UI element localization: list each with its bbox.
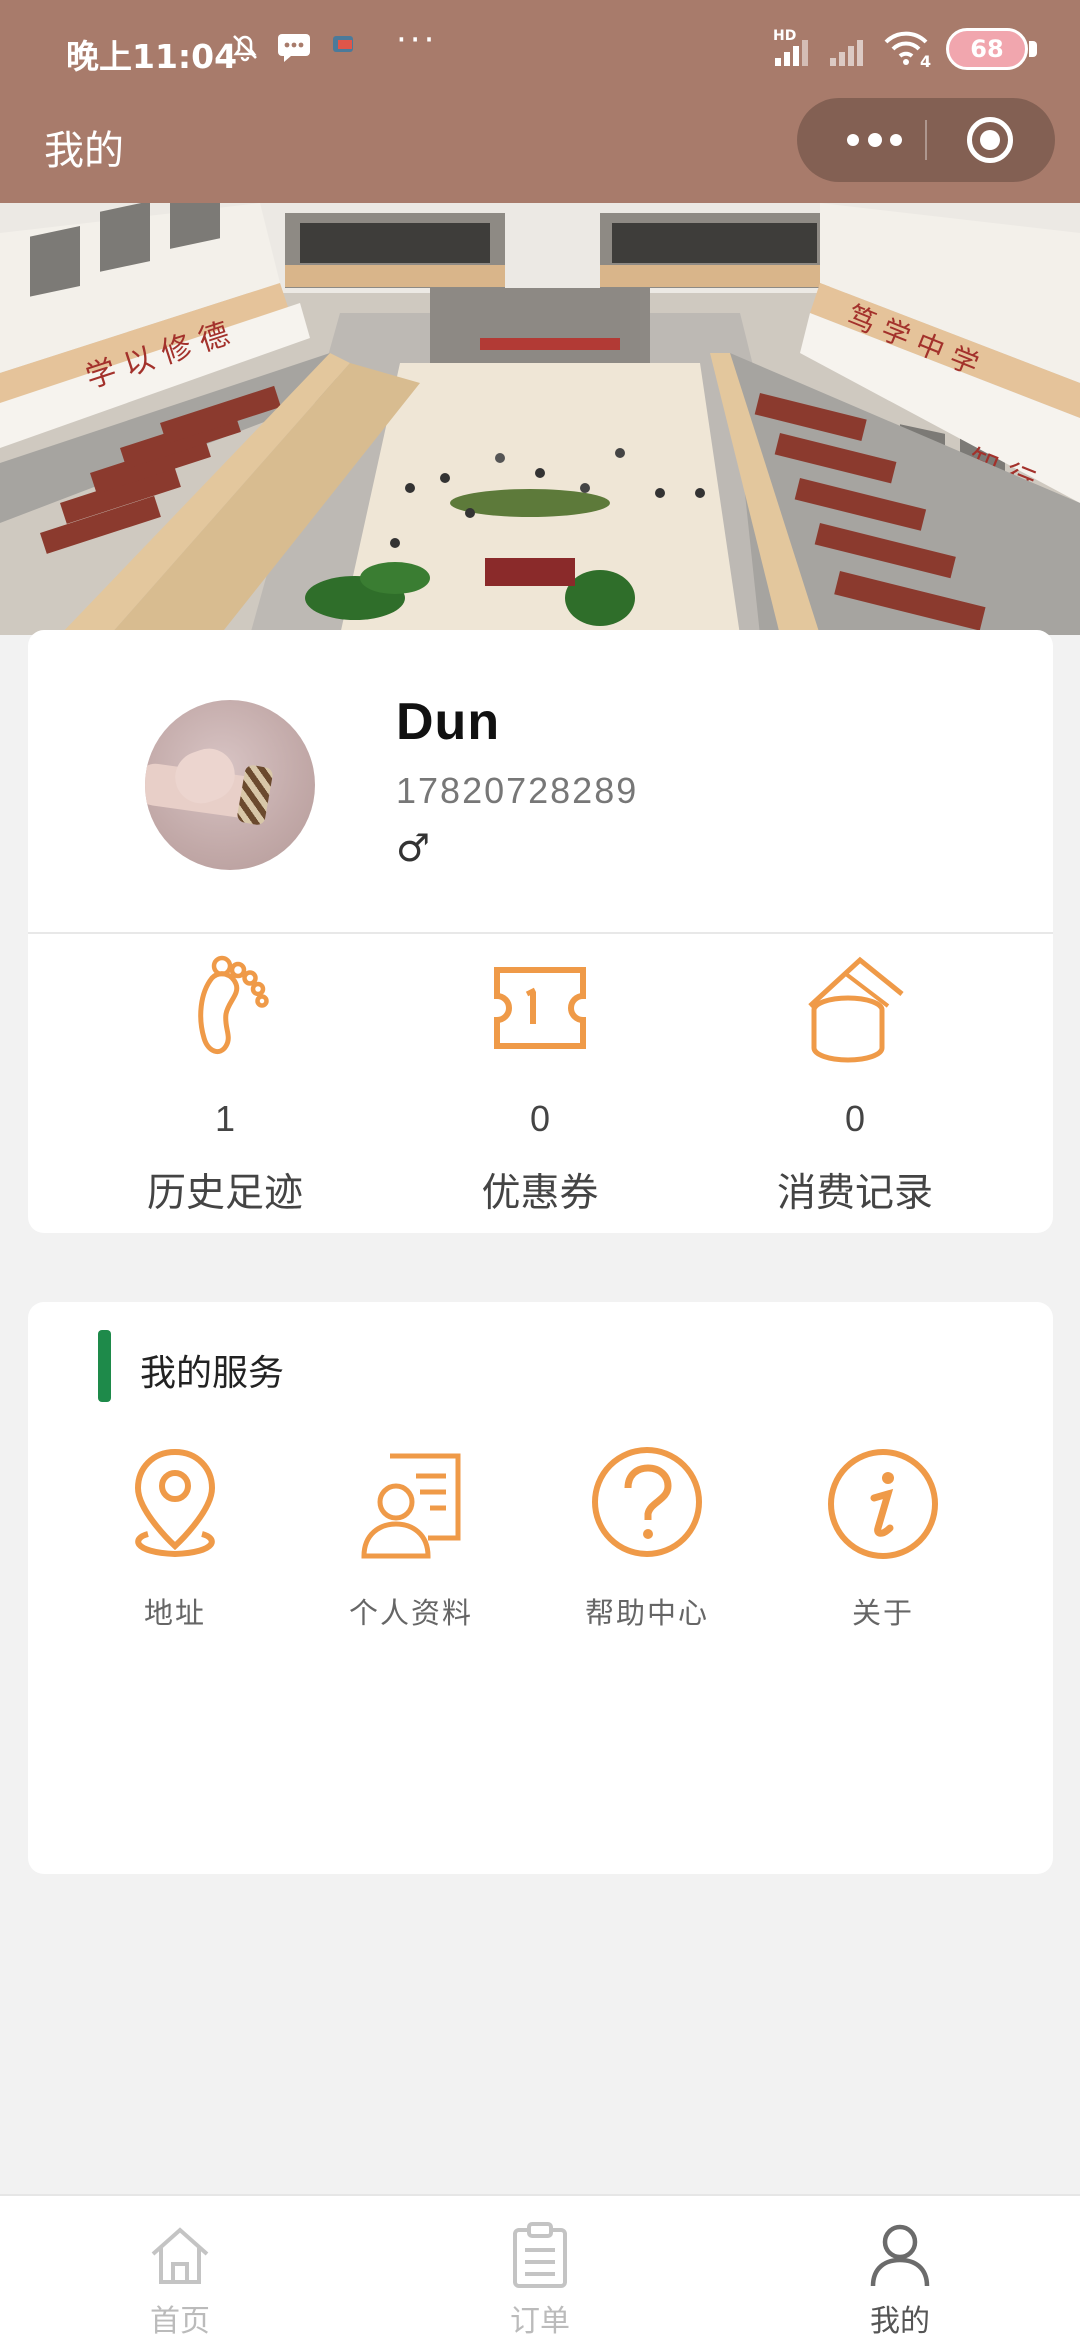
user-name: Dun [396, 693, 501, 751]
service-about-label: 关于 [851, 1596, 914, 1630]
tab-home[interactable]: 首页 [80, 2220, 280, 2340]
status-time: 晚上11:04 [66, 37, 238, 76]
location-pin-icon [110, 1442, 240, 1572]
order-clipboard-icon [505, 2220, 575, 2290]
service-about[interactable]: 关于 [783, 1442, 983, 1632]
service-help-label: 帮助中心 [584, 1596, 709, 1630]
status-bar: 晚上11:04 ··· HD 4 68 [0, 0, 1080, 100]
profile-card: Dun 17820728289 ♂ 1 历史足迹 0 优惠券 0 消费记录 [28, 630, 1053, 1233]
page-title: 我的 [44, 128, 124, 174]
section-accent-bar [98, 1330, 111, 1402]
services-card: 我的服务 地址 个人资料 帮助中心 关于 [28, 1302, 1053, 1874]
service-address-label: 地址 [143, 1596, 206, 1630]
question-circle-icon [582, 1442, 712, 1572]
info-circle-icon [818, 1442, 948, 1572]
stat-history[interactable]: 1 历史足迹 [75, 948, 375, 1218]
app-icon [330, 30, 358, 66]
coupon-ticket-icon [475, 948, 605, 1068]
tab-home-label: 首页 [150, 2304, 210, 2339]
tab-bar: 首页 订单 我的 [0, 2194, 1080, 2340]
stat-coupons-label: 优惠券 [481, 1171, 599, 1216]
stat-history-label: 历史足迹 [146, 1171, 303, 1216]
user-icon [865, 2220, 935, 2290]
stat-history-value: 1 [214, 1098, 236, 1139]
mini-program-capsule [797, 98, 1055, 182]
user-phone: 17820728289 [396, 770, 639, 811]
stat-consumption-value: 0 [844, 1098, 866, 1139]
gender-male-icon: ♂ [396, 826, 431, 870]
profile-divider [28, 932, 1053, 934]
signal-icon [775, 36, 815, 66]
tab-mine[interactable]: 我的 [800, 2220, 1000, 2340]
home-icon [145, 2220, 215, 2290]
stat-consumption[interactable]: 0 消费记录 [705, 948, 1005, 1218]
capsule-divider [925, 120, 927, 160]
signal-icon-2 [830, 36, 870, 66]
service-profile-label: 个人资料 [348, 1596, 473, 1630]
profile-document-icon [346, 1442, 476, 1572]
top-bar: 晚上11:04 ··· HD 4 68 我的 [0, 0, 1080, 203]
banner-image: 学 以 修 德 笃 学 中 学 知 行 [0, 203, 1080, 635]
footprint-icon [160, 948, 290, 1068]
more-dots-icon[interactable] [827, 98, 921, 182]
service-profile[interactable]: 个人资料 [311, 1442, 511, 1632]
mute-bell-icon [228, 30, 262, 72]
service-help[interactable]: 帮助中心 [547, 1442, 747, 1632]
stat-consumption-label: 消费记录 [776, 1171, 933, 1216]
battery-indicator: 68 [946, 28, 1037, 70]
tab-orders[interactable]: 订单 [440, 2220, 640, 2340]
stat-coupons[interactable]: 0 优惠券 [390, 948, 690, 1218]
coins-wallet-icon [790, 948, 920, 1068]
wifi-label: 4 [920, 52, 932, 71]
tab-mine-label: 我的 [870, 2304, 930, 2339]
stat-coupons-value: 0 [529, 1098, 551, 1139]
service-address[interactable]: 地址 [75, 1442, 275, 1632]
more-dots-icon: ··· [396, 20, 438, 60]
avatar[interactable] [145, 700, 315, 870]
tab-orders-label: 订单 [510, 2304, 570, 2339]
message-icon [276, 30, 312, 72]
services-title: 我的服务 [140, 1353, 285, 1394]
target-circle-icon[interactable] [967, 117, 1013, 163]
